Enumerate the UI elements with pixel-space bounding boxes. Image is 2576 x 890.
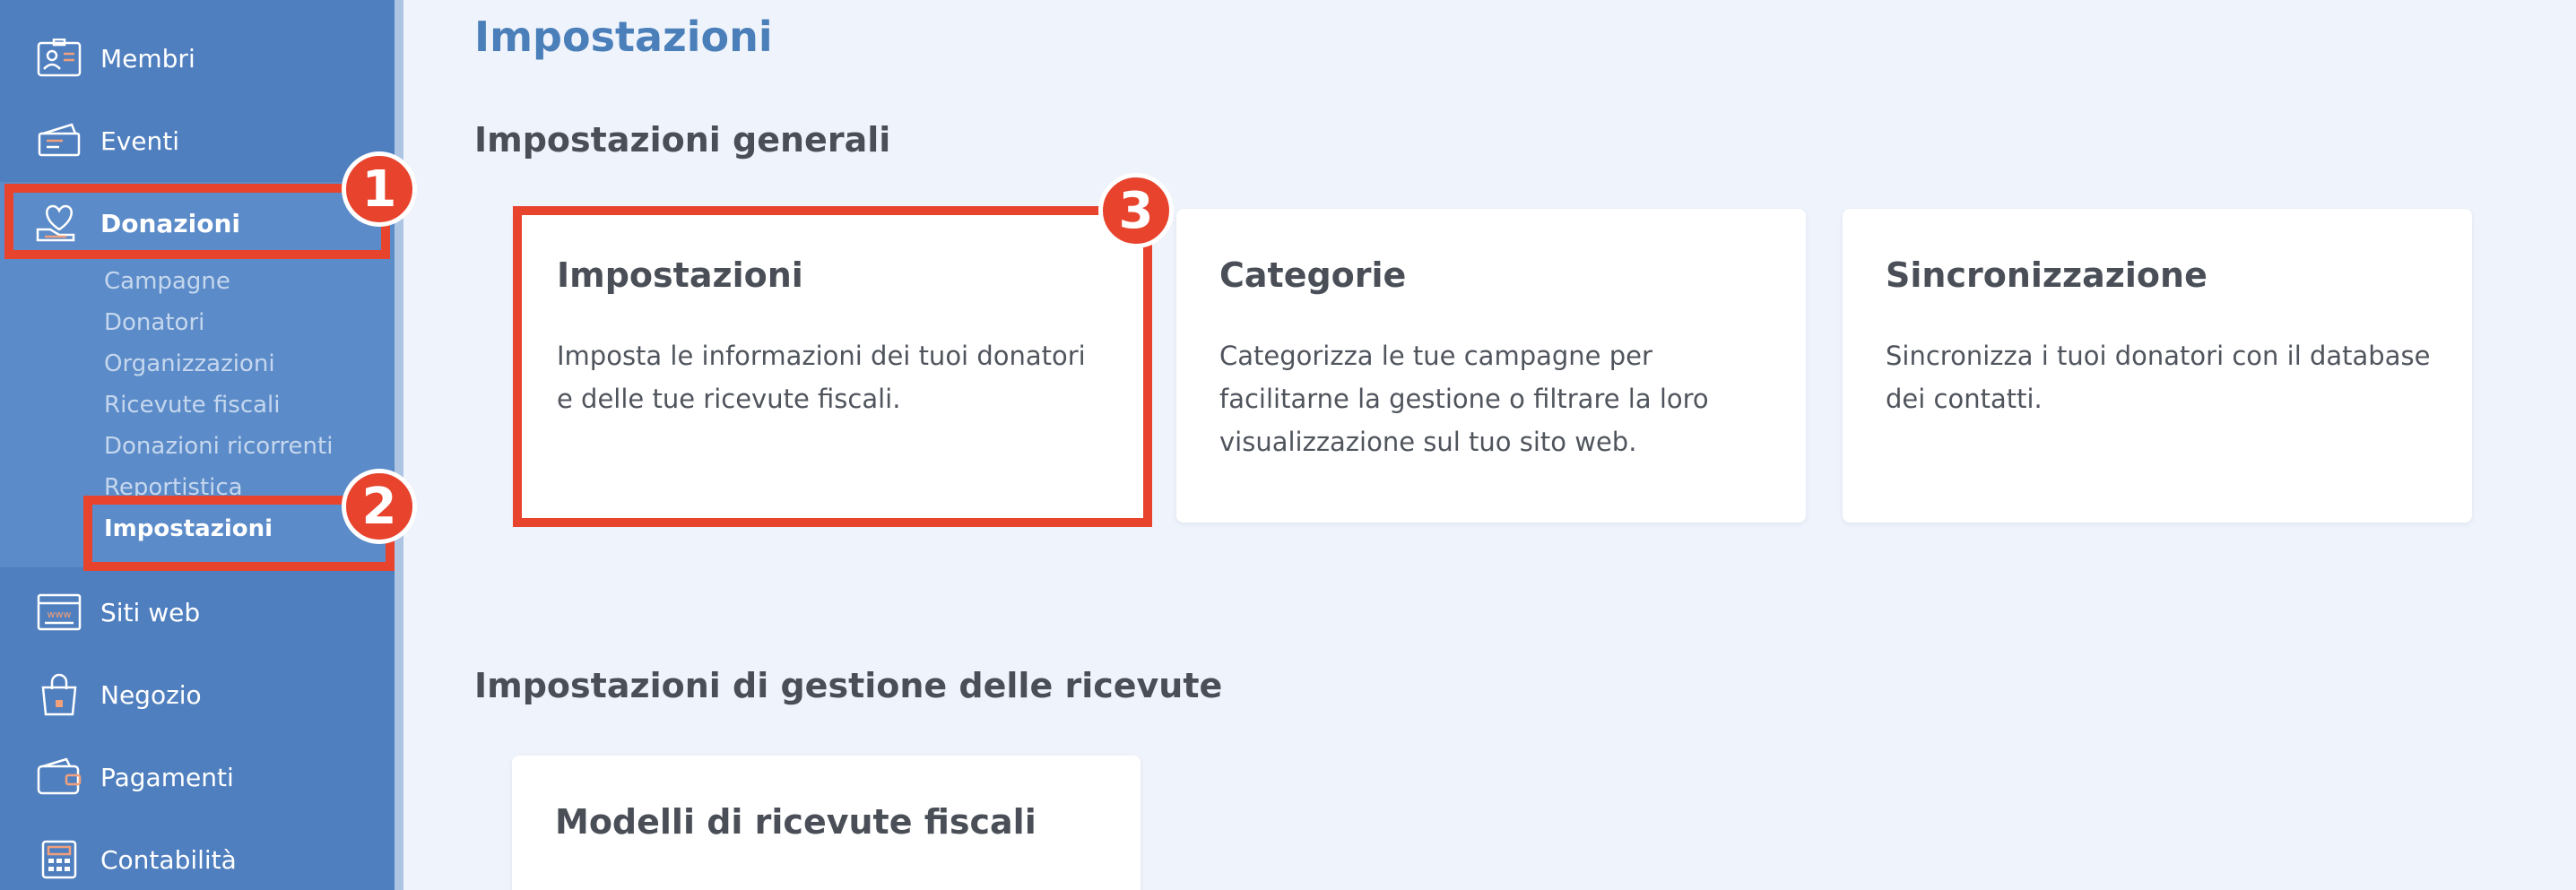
svg-text:www: www bbox=[48, 609, 72, 620]
categories-card[interactable]: Categorie Categorizza le tue campagne pe… bbox=[1176, 209, 1806, 523]
step-badge-1: 1 bbox=[342, 151, 417, 227]
sidebar-item-label: Negozio bbox=[100, 679, 202, 710]
sync-card[interactable]: Sincronizzazione Sincronizza i tuoi dona… bbox=[1843, 209, 2472, 523]
submenu-item-donatori[interactable]: Donatori bbox=[104, 309, 204, 336]
card-description: Sincronizza i tuoi donatori con il datab… bbox=[1886, 341, 2431, 414]
receipt-templates-card[interactable]: Modelli di ricevute fiscali bbox=[512, 756, 1141, 890]
card-description: Categorizza le tue campagne per facilita… bbox=[1219, 341, 1709, 457]
card-title: Sincronizzazione bbox=[1886, 255, 2207, 295]
section-title-receipts: Impostazioni di gestione delle ricevute bbox=[474, 666, 1223, 705]
sidebar-item-label: Membri bbox=[100, 43, 195, 73]
submenu-item-campagne[interactable]: Campagne bbox=[104, 268, 230, 295]
sidebar-item-label: Pagamenti bbox=[100, 762, 234, 792]
step-badge-2: 2 bbox=[342, 469, 417, 544]
card-title: Categorie bbox=[1219, 255, 1407, 295]
sidebar-item-label: Contabilità bbox=[100, 844, 237, 875]
highlight-box-donazioni bbox=[4, 184, 390, 259]
submenu-item-organizzazioni[interactable]: Organizzazioni bbox=[104, 350, 275, 377]
card-title: Modelli di ricevute fiscali bbox=[555, 802, 1036, 842]
section-title-general: Impostazioni generali bbox=[474, 120, 891, 160]
members-icon bbox=[36, 37, 82, 80]
wallet-icon bbox=[36, 756, 82, 799]
sidebar-item-membri[interactable]: Membri bbox=[0, 17, 395, 99]
sidebar-item-contabilita[interactable]: Contabilità bbox=[0, 818, 395, 890]
browser-window-icon: www bbox=[36, 591, 82, 634]
sidebar: Membri Eventi Donazioni Campagne Donator… bbox=[0, 0, 395, 890]
shopping-bag-icon bbox=[36, 673, 82, 716]
submenu-item-donazioni-ricorrenti[interactable]: Donazioni ricorrenti bbox=[104, 433, 333, 460]
tickets-icon bbox=[36, 119, 82, 162]
sidebar-item-negozio[interactable]: Negozio bbox=[0, 653, 395, 736]
sidebar-item-siti-web[interactable]: www Siti web bbox=[0, 571, 395, 653]
sidebar-item-label: Eventi bbox=[100, 125, 179, 156]
sidebar-item-eventi[interactable]: Eventi bbox=[0, 99, 395, 182]
sidebar-item-label: Siti web bbox=[100, 597, 201, 627]
sidebar-scrollbar[interactable] bbox=[395, 0, 403, 890]
submenu-item-ricevute-fiscali[interactable]: Ricevute fiscali bbox=[104, 392, 281, 419]
page-title: Impostazioni bbox=[474, 13, 773, 61]
step-badge-3: 3 bbox=[1098, 173, 1174, 248]
sidebar-item-pagamenti[interactable]: Pagamenti bbox=[0, 736, 395, 818]
calculator-icon bbox=[36, 838, 82, 881]
highlight-box-settings-card bbox=[513, 206, 1152, 527]
